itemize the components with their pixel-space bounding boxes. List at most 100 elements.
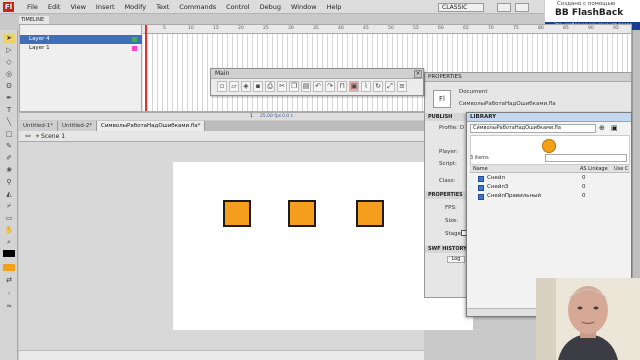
library-title: LIBRARY [467,113,631,122]
save-icon[interactable]: ▪ [253,81,263,92]
fps-label: FPS: [445,205,457,211]
timeline-tab[interactable]: TIMELINE [19,16,49,24]
menu-window[interactable]: Window [286,0,322,14]
eraser-icon[interactable]: ▭ [3,214,15,223]
print-icon[interactable]: ⎙ [265,81,275,92]
pen-tool-icon[interactable]: ✒ [3,94,15,103]
right-panel-strip [632,30,640,278]
orange-square[interactable] [223,200,251,227]
menu-help[interactable]: Help [322,0,347,14]
document-icon: Fl [433,90,451,108]
orange-square[interactable] [288,200,316,227]
smooth-icon[interactable]: ≈ [3,302,15,311]
text-tool-icon[interactable]: T [3,106,15,115]
brush-tool-icon[interactable]: ✐ [3,154,15,163]
layer-name: Layer 4 [29,36,50,42]
smooth-icon[interactable]: ▣ [349,81,359,92]
close-icon[interactable]: × [414,70,422,78]
scale-icon[interactable]: ⤢ [385,81,395,92]
cut-icon[interactable]: ✂ [277,81,287,92]
pencil-tool-icon[interactable]: ✎ [3,142,15,151]
item-name: Снейл3 [487,184,509,190]
ruler-label: 20 [238,26,244,31]
snap-icon[interactable]: ◦ [3,290,15,299]
redo-icon[interactable]: ↷ [325,81,335,92]
library-item[interactable]: СнейлПравильный 0 [470,192,630,201]
library-search[interactable] [545,154,627,162]
straighten-icon[interactable]: ⌇ [361,81,371,92]
selection-tool-icon[interactable]: ➤ [3,34,15,43]
tab-untitled-2[interactable]: Untitled-2* [58,121,97,131]
menu-commands[interactable]: Commands [174,0,221,14]
menu-view[interactable]: View [65,0,90,14]
new-file-icon[interactable]: ▫ [217,81,227,92]
publish-section[interactable]: PUBLISH [425,113,467,121]
menu-edit[interactable]: Edit [43,0,66,14]
paste-icon[interactable]: ▤ [301,81,311,92]
stroke-color-swatch[interactable] [3,250,15,257]
pin-icon[interactable]: ⊕ [599,124,608,133]
zoom-tool-icon[interactable]: ⌕ [3,238,15,247]
ruler-label: 60 [438,26,444,31]
col-use[interactable]: Use C [614,165,628,173]
ruler-label: 25 [263,26,269,31]
swap-colors-icon[interactable]: ⇄ [3,276,15,285]
paint-bucket-icon[interactable]: ◭ [3,190,15,199]
library-item[interactable]: Снейл 0 [470,174,630,183]
workspace-switcher[interactable]: CLASSIC [438,3,484,12]
rotate-icon[interactable]: ↻ [373,81,383,92]
scene-name[interactable]: Scene 1 [41,133,65,140]
symbol-icon [478,194,484,200]
menu-control[interactable]: Control [221,0,255,14]
align-icon[interactable]: ≡ [397,81,407,92]
tab-untitled-1[interactable]: Untitled-1* [19,121,58,131]
transform-tool-icon[interactable]: ◇ [3,58,15,67]
library-item[interactable]: Снейл3 0 [470,183,630,192]
col-name[interactable]: Name [473,165,488,173]
log-button[interactable]: Log [447,256,465,263]
open-file-icon[interactable]: ▱ [229,81,239,92]
snap-magnet-icon[interactable]: ⊓ [337,81,347,92]
swf-history-section[interactable]: SWF HISTORY [425,245,467,253]
main-toolbar-title[interactable]: Main [211,69,423,79]
ruler-label: 45 [363,26,369,31]
ruler-label: 80 [538,26,544,31]
orange-square[interactable] [356,200,384,227]
bone-tool-icon[interactable]: ⚲ [3,178,15,187]
horizontal-scrollbar[interactable] [19,350,424,360]
elapsed-time: 0,0 s [282,114,293,119]
col-linkage[interactable]: AS Linkage [580,165,608,173]
menu-debug[interactable]: Debug [255,0,286,14]
tab-active-document[interactable]: СимволыРаботаНадОшибками.fla* [97,121,206,131]
hand-tool-icon[interactable]: ✋ [3,226,15,235]
layer-row[interactable]: Layer 1 [20,44,142,53]
3d-tool-icon[interactable]: ◎ [3,70,15,79]
library-document-select[interactable]: СимволыРаботаНадОшибками.fla [470,124,596,133]
properties-section[interactable]: PROPERTIES [425,191,467,199]
minimize-button[interactable] [515,3,529,12]
bridge-icon[interactable]: ◈ [241,81,251,92]
menu-modify[interactable]: Modify [120,0,152,14]
eyedropper-icon[interactable]: ⌿ [3,202,15,211]
document-name: СимволыРаботаНадОшибками.fla [459,101,556,107]
layer-row[interactable]: Layer 4 [20,35,142,44]
fill-color-swatch[interactable] [3,264,15,271]
timeline-ruler[interactable]: 5 10 15 20 25 30 35 40 45 50 55 60 65 70… [143,25,631,34]
subselection-tool-icon[interactable]: ▷ [3,46,15,55]
menu-text[interactable]: Text [151,0,174,14]
lasso-tool-icon[interactable]: ʘ [3,82,15,91]
line-tool-icon[interactable]: ╲ [3,118,15,127]
deco-tool-icon[interactable]: ❀ [3,166,15,175]
back-arrow-icon[interactable]: ⇦ [25,131,31,142]
rectangle-tool-icon[interactable]: □ [3,130,15,139]
search-help-field[interactable] [497,3,511,12]
frame-rate[interactable]: 25,00 fps [260,113,281,120]
main-toolbar-window: Main × ▫ ▱ ◈ ▪ ⎙ ✂ ❐ ▤ ↶ ↷ ⊓ ▣ ⌇ ↻ ⤢ ≡ [210,68,424,96]
copy-icon[interactable]: ❐ [289,81,299,92]
menu-file[interactable]: File [22,0,43,14]
new-library-icon[interactable]: ▣ [611,124,620,133]
item-use-count: 0 [582,184,586,190]
playhead[interactable] [145,25,147,111]
menu-insert[interactable]: Insert [91,0,120,14]
undo-icon[interactable]: ↶ [313,81,323,92]
